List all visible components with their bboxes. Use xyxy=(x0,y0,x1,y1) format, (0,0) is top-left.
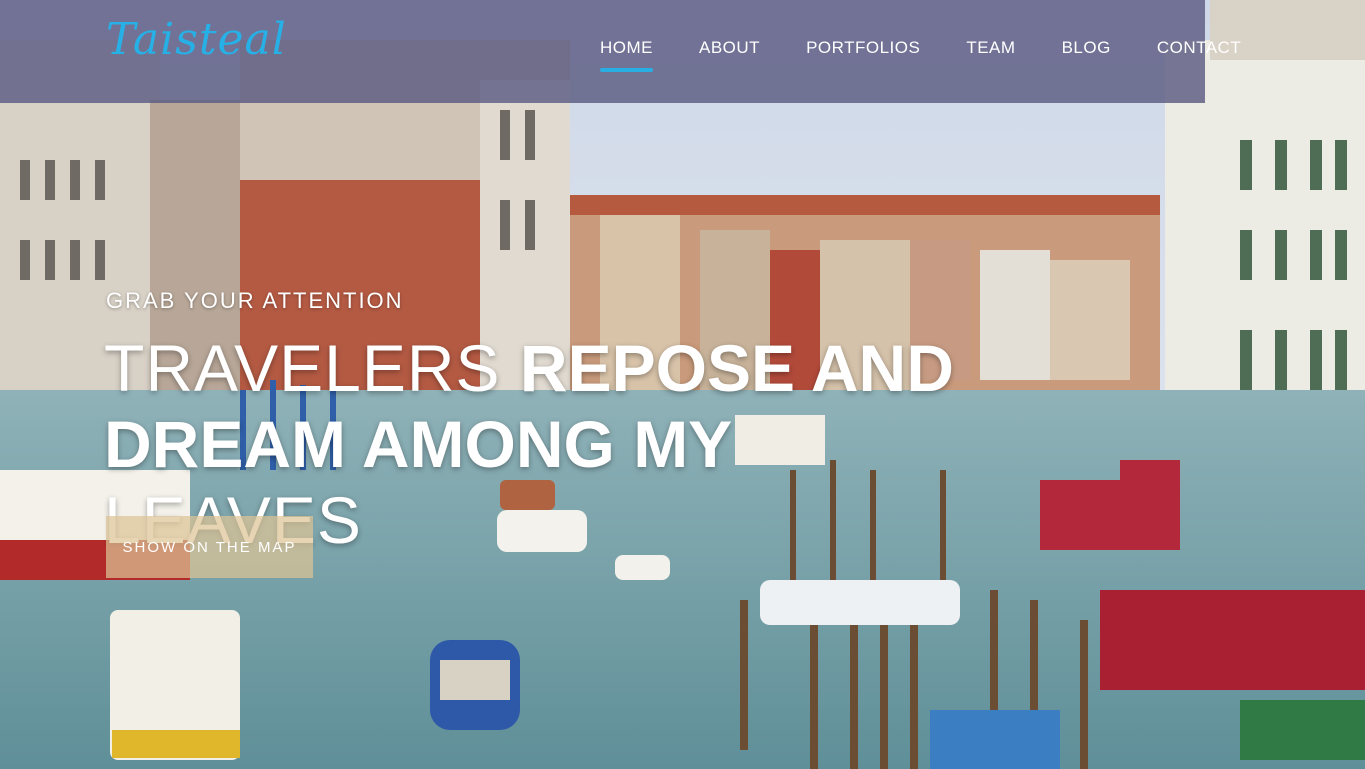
hero-title-light-1: TRAVELERS xyxy=(104,331,520,405)
hero-title-bold-2: DREAM AMONG MY xyxy=(104,407,731,481)
hero-kicker-text: GRAB YOUR ATTENTION xyxy=(106,288,404,313)
top-navigation-bar: Taisteal HOME ABOUT PORTFOLIOS TEAM BLOG… xyxy=(0,0,1241,103)
nav-item-portfolios[interactable]: PORTFOLIOS xyxy=(806,38,920,72)
show-on-map-button[interactable]: SHOW ON THE MAP xyxy=(106,516,313,578)
main-navigation: HOME ABOUT PORTFOLIOS TEAM BLOG CONTACT xyxy=(600,38,1287,72)
hero-title-bold-1: REPOSE AND xyxy=(519,331,954,405)
nav-item-contact[interactable]: CONTACT xyxy=(1157,38,1241,72)
site-logo[interactable]: Taisteal xyxy=(106,18,287,62)
nav-item-about[interactable]: ABOUT xyxy=(699,38,760,72)
nav-item-team[interactable]: TEAM xyxy=(966,38,1015,72)
nav-item-blog[interactable]: BLOG xyxy=(1062,38,1111,72)
nav-item-home[interactable]: HOME xyxy=(600,38,653,72)
